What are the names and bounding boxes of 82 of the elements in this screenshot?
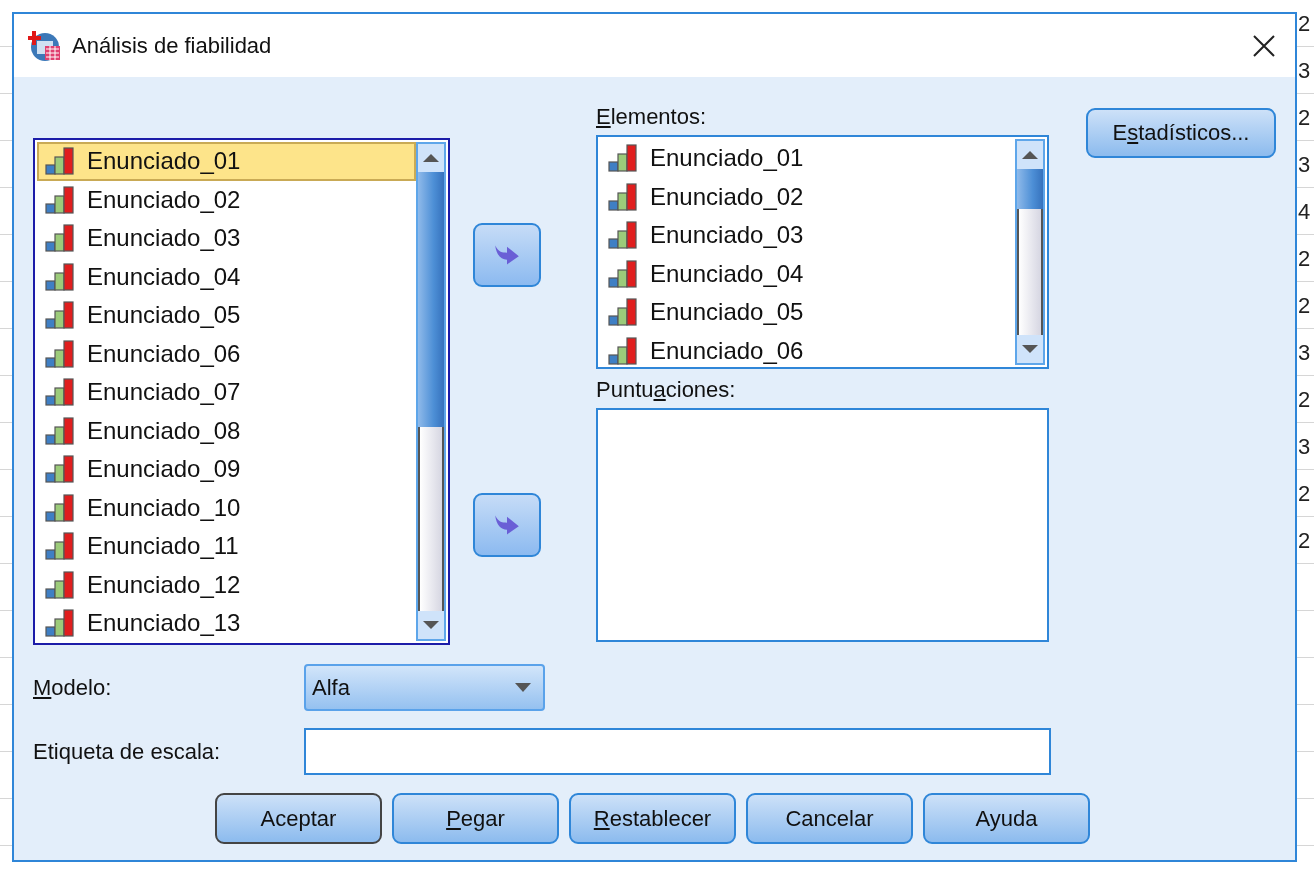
variable-name: Enunciado_02 [650,182,804,211]
window-title: Análisis de fiabilidad [72,32,272,59]
list-item[interactable]: Enunciado_12 [37,565,416,604]
arrow-icon [494,243,520,267]
list-item[interactable]: Enunciado_09 [37,450,416,489]
variable-name: Enunciado_10 [87,493,241,522]
list-item[interactable]: Enunciado_03 [600,216,1015,255]
list-item[interactable]: Enunciado_02 [600,177,1015,216]
arrow-icon [494,513,520,537]
variable-name: Enunciado_01 [87,147,241,176]
up-arrow-icon [422,153,440,163]
variable-name: Enunciado_08 [87,416,241,445]
variable-name: Enunciado_07 [87,378,241,407]
table-cell-text: 3 [1298,151,1312,179]
list-item[interactable]: Enunciado_13 [37,604,416,641]
list-item[interactable]: Enunciado_06 [37,334,416,373]
variable-name: Enunciado_03 [87,224,241,253]
table-cell-text: 2 [1298,245,1312,273]
table-cell-text: 2 [1298,104,1312,132]
dialog-button[interactable]: Cancelar [746,793,913,844]
table-cell-text: 2 [1298,386,1312,414]
variable-name: Enunciado_04 [87,262,241,291]
scrollbar[interactable] [416,142,446,641]
variable-name: Enunciado_05 [87,301,241,330]
variable-name: Enunciado_04 [650,259,804,288]
table-cell-text: 2 [1298,10,1312,38]
move-button[interactable] [473,493,541,557]
list-item[interactable]: Enunciado_10 [37,488,416,527]
variable-name: Enunciado_06 [650,336,804,365]
list-label: Elementos: [596,104,708,131]
variable-name: Enunciado_03 [650,221,804,250]
list-label: Puntuaciones: [596,377,737,404]
move-button[interactable] [473,223,541,287]
table-cell-text: 3 [1298,339,1312,367]
variable-name: Enunciado_05 [650,298,804,327]
scale-label-field[interactable] [304,728,1051,775]
caret-icon [515,683,531,692]
down-arrow-icon [1021,344,1039,354]
list-item[interactable]: Enunciado_04 [37,257,416,296]
model-label: Modelo: [33,674,113,701]
dialog-button[interactable]: Ayuda [923,793,1090,844]
variable-name: Enunciado_13 [87,609,241,638]
list-item[interactable]: Enunciado_04 [600,254,1015,293]
list-item[interactable]: Enunciado_01 [37,142,416,181]
scrollbar-thumb[interactable] [1017,169,1043,209]
scroll-down-button[interactable] [1017,335,1043,363]
table-cell-text: 4 [1298,198,1312,226]
model-dropdown[interactable]: Alfa [304,664,545,711]
variable-name: Enunciado_01 [650,144,804,173]
list-item[interactable]: Enunciado_07 [37,373,416,412]
scroll-up-button[interactable] [418,144,444,172]
dialog-button[interactable]: Restablecer [569,793,736,844]
statistics-button[interactable]: Estadísticos... [1086,108,1276,158]
scrollbar[interactable] [1015,139,1045,365]
table-cell-text: 3 [1298,57,1312,85]
list-item[interactable]: Enunciado_03 [37,219,416,258]
dialog-button[interactable]: Pegar [392,793,559,844]
list-item[interactable]: Enunciado_08 [37,411,416,450]
variable-name: Enunciado_12 [87,570,241,599]
down-arrow-icon [422,620,440,630]
table-cell-text: 3 [1298,433,1312,461]
table-icon [28,28,62,63]
close-icon [1253,34,1275,57]
variable-name: Enunciado_02 [87,185,241,214]
scale-label: Etiqueta de escala: [33,738,222,765]
list-item[interactable]: Enunciado_05 [600,293,1015,332]
table-cell-text: 2 [1298,480,1312,508]
variable-name: Enunciado_06 [87,339,241,368]
variable-name: Enunciado_09 [87,455,241,484]
list-item[interactable]: Enunciado_11 [37,527,416,566]
scroll-up-button[interactable] [1017,141,1043,169]
up-arrow-icon [1021,150,1039,160]
scroll-down-button[interactable] [418,611,444,639]
variable-name: Enunciado_11 [87,532,239,561]
dialog-button[interactable]: Aceptar [215,793,382,844]
list-item[interactable]: Enunciado_06 [600,331,1015,365]
list-item[interactable]: Enunciado_05 [37,296,416,335]
scrollbar-thumb[interactable] [418,172,444,427]
list-item[interactable]: Enunciado_01 [600,139,1015,178]
table-cell-text: 2 [1298,527,1312,555]
table-cell-text: 2 [1298,292,1312,320]
list-item[interactable]: Enunciado_02 [37,180,416,219]
